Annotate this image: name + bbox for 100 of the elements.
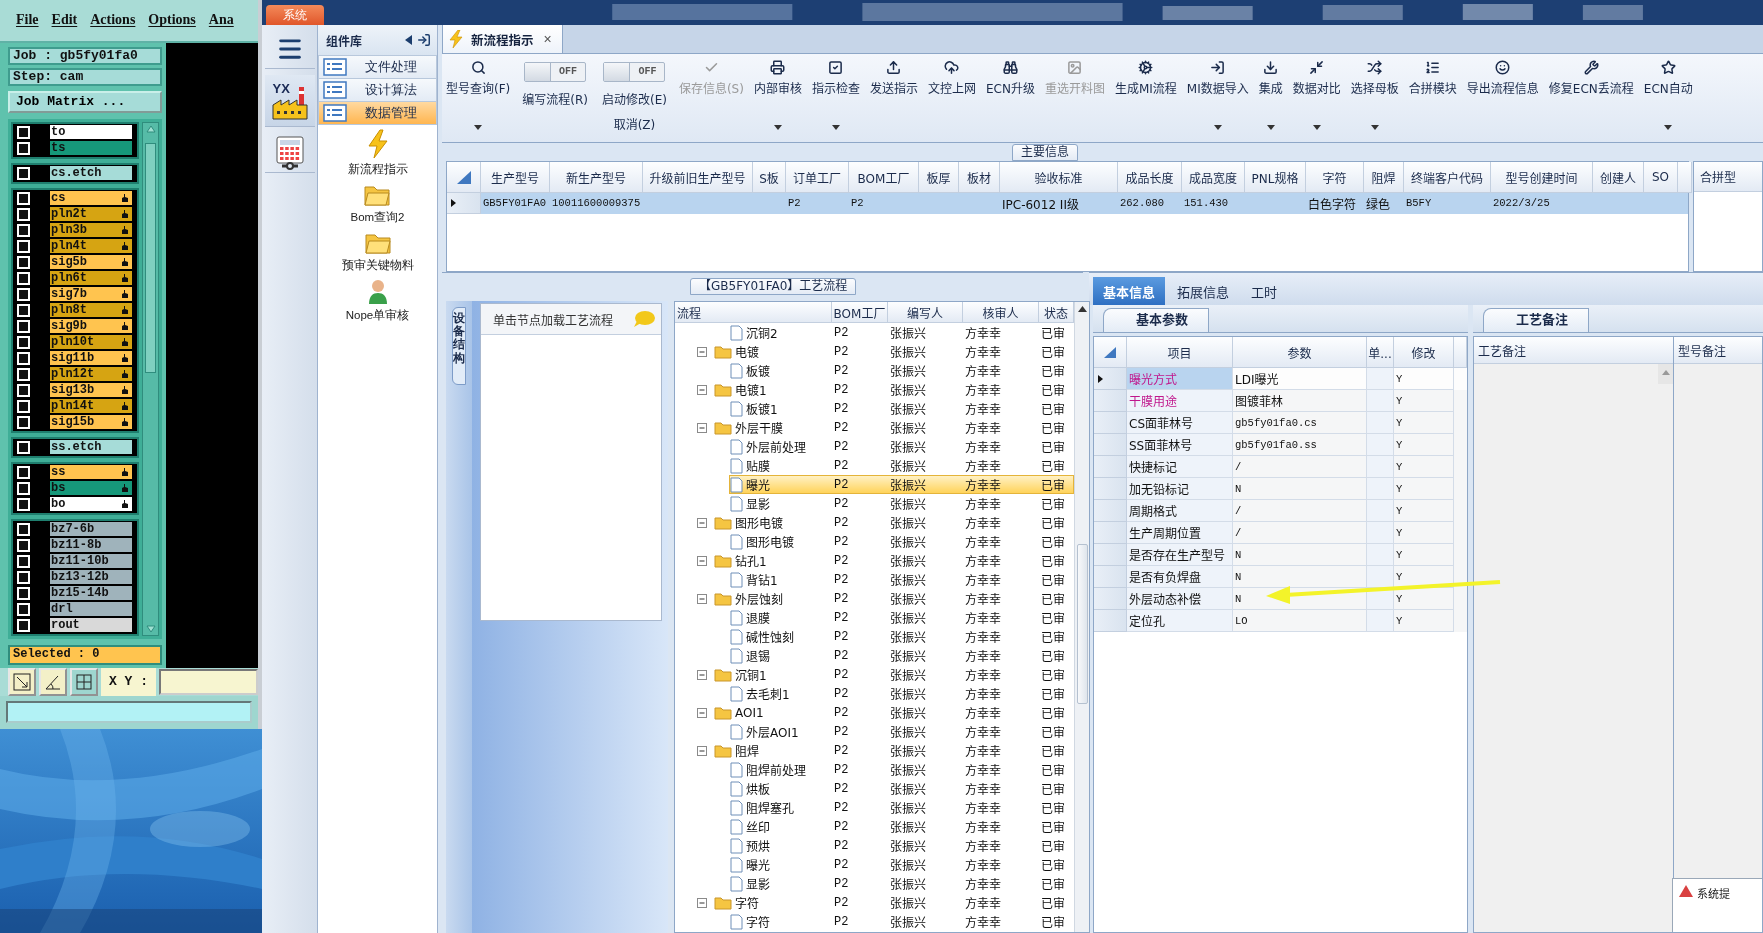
pin-button[interactable]	[417, 33, 431, 47]
column-header[interactable]: 板材	[959, 162, 1000, 193]
layer-chip[interactable]: bs	[50, 481, 132, 496]
close-button[interactable]: ×	[541, 31, 554, 47]
layer-checkbox[interactable]	[17, 538, 30, 552]
layer-checkbox[interactable]	[17, 570, 30, 584]
cancel-label[interactable]: 取消(Z)	[613, 115, 656, 132]
column-header[interactable]: 终端客户代码	[1404, 162, 1491, 193]
grid-tool-button[interactable]	[70, 667, 98, 696]
tree-row[interactable]: 阻焊塞孔 P2 张振兴 方幸幸 已审	[729, 798, 1074, 817]
layer-checkbox[interactable]	[17, 367, 30, 381]
tree-row[interactable]: 预烘 P2 张振兴 方幸幸 已审	[729, 836, 1074, 855]
layer-chip[interactable]: rout	[50, 618, 132, 633]
layer-chip[interactable]: pln6t	[50, 271, 132, 286]
column-header[interactable]: 编写人	[888, 302, 963, 323]
tree-row[interactable]: 退锡 P2 张振兴 方幸幸 已审	[729, 646, 1074, 665]
tree-row[interactable]: AOI1 P2 张振兴 方幸幸 已审	[713, 703, 1074, 722]
section-tab[interactable]: 基本参数	[1103, 308, 1209, 332]
parameter-row[interactable]: 加无铅标记 N Y	[1094, 478, 1467, 500]
toolbar-button[interactable]: 数据对比	[1288, 58, 1345, 138]
layer-chip[interactable]: pln10t	[50, 335, 132, 350]
column-header[interactable]: SO	[1644, 162, 1678, 193]
document-tab[interactable]: 新流程指示 ×	[442, 24, 563, 53]
column-header[interactable]: PNL规格	[1245, 162, 1306, 193]
tree-row[interactable]: 烘板 P2 张振兴 方幸幸 已审	[729, 779, 1074, 798]
angle-tool-button[interactable]	[39, 667, 67, 696]
calculator-button[interactable]	[264, 133, 315, 173]
layer-checkbox[interactable]	[17, 207, 30, 221]
column-header[interactable]: 字符	[1306, 162, 1364, 193]
tree-row[interactable]: 阻焊 P2 张振兴 方幸幸 已审	[713, 741, 1074, 760]
tree-row[interactable]: 沉铜1 P2 张振兴 方幸幸 已审	[713, 665, 1074, 684]
column-header[interactable]: 合拼型	[1694, 162, 1762, 192]
tree-row[interactable]: 字符 P2 张振兴 方幸幸 已审	[729, 912, 1074, 931]
parameter-row[interactable]: CS面菲林号 gb5fy01fa0.cs Y	[1094, 412, 1467, 434]
layer-chip[interactable]: sig11b	[50, 351, 132, 366]
toolbar-button[interactable]: 集成	[1254, 58, 1287, 138]
tree-row[interactable]: 电镀 P2 张振兴 方幸幸 已审	[713, 342, 1074, 361]
layer-chip[interactable]: cs	[50, 191, 132, 206]
collapse-icon[interactable]	[697, 897, 707, 908]
category-item[interactable]: 设计算法	[318, 78, 437, 102]
layer-chip[interactable]: pln2t	[50, 207, 132, 222]
toggle-switch[interactable]: OFF	[524, 62, 587, 82]
detail-tab[interactable]: 基本信息	[1093, 277, 1165, 305]
tree-row[interactable]: 电镀1 P2 张振兴 方幸幸 已审	[713, 380, 1074, 399]
column-header[interactable]: 板厚	[919, 162, 959, 193]
collapse-icon[interactable]	[697, 555, 707, 566]
parameter-row[interactable]: 周期格式 / Y	[1094, 500, 1467, 522]
layer-chip[interactable]: sig15b	[50, 415, 132, 430]
layer-chip[interactable]: drl	[50, 602, 132, 617]
layer-chip[interactable]: ss	[50, 465, 132, 480]
scroll-up-icon[interactable]	[1077, 306, 1087, 312]
category-item[interactable]: 数据管理	[318, 101, 437, 125]
layer-chip[interactable]: pln12t	[50, 367, 132, 382]
collapse-icon[interactable]	[697, 422, 707, 433]
column-header[interactable]: 参数	[1233, 337, 1367, 368]
scrollbar-thumb[interactable]	[1076, 544, 1088, 704]
tree-row[interactable]: 阻焊前处理 P2 张振兴 方幸幸 已审	[729, 760, 1074, 779]
collapse-icon[interactable]	[697, 384, 707, 395]
detail-tab[interactable]: 拓展信息	[1167, 277, 1240, 305]
layer-checkbox[interactable]	[17, 141, 30, 155]
tree-row[interactable]: 外层蚀刻 P2 张振兴 方幸幸 已审	[713, 589, 1074, 608]
tree-row[interactable]: 图形电镀 P2 张振兴 方幸幸 已审	[713, 513, 1074, 532]
tree-row[interactable]: 退膜 P2 张振兴 方幸幸 已审	[729, 608, 1074, 627]
layer-checkbox[interactable]	[17, 287, 30, 301]
layer-checkbox[interactable]	[17, 586, 30, 600]
layer-chip[interactable]: bz15-14b	[50, 586, 132, 601]
column-header[interactable]: 核审人	[963, 302, 1039, 323]
column-header[interactable]: 新生产型号	[550, 162, 643, 193]
zoom-tool-button[interactable]	[8, 667, 36, 696]
toolbar-button[interactable]: ECN自动	[1639, 58, 1697, 138]
column-header[interactable]: 升级前旧生产型号	[643, 162, 753, 193]
collapse-icon[interactable]	[697, 346, 707, 357]
column-header[interactable]: BOM工厂	[849, 162, 919, 193]
parameter-row[interactable]: 定位孔 LO Y	[1094, 610, 1467, 632]
layer-checkbox[interactable]	[17, 125, 30, 139]
detail-tab[interactable]: 工时	[1241, 277, 1288, 305]
layer-checkbox[interactable]	[17, 440, 30, 454]
column-header[interactable]: 阻焊	[1364, 162, 1404, 193]
layer-chip[interactable]: pln4t	[50, 239, 132, 254]
layer-chip[interactable]: sig5b	[50, 255, 132, 270]
job-matrix-button[interactable]: Job Matrix ...	[8, 90, 162, 113]
tree-row[interactable]: 字符 P2 张振兴 方幸幸 已审	[713, 893, 1074, 912]
layer-chip[interactable]: pln3b	[50, 223, 132, 238]
tree-row[interactable]: 丝印 P2 张振兴 方幸幸 已审	[729, 817, 1074, 836]
column-header[interactable]: S板	[753, 162, 786, 193]
tree-row[interactable]: 显影 P2 张振兴 方幸幸 已审	[729, 494, 1074, 513]
column-header[interactable]: 项目	[1127, 337, 1233, 368]
layer-checkbox[interactable]	[17, 303, 30, 317]
collapse-icon[interactable]	[697, 517, 707, 528]
tree-row[interactable]: 外层干膜 P2 张振兴 方幸幸 已审	[713, 418, 1074, 437]
tree-row[interactable]: 图形电镀 P2 张振兴 方幸幸 已审	[729, 532, 1074, 551]
tool-item[interactable]: Nope单审核	[345, 279, 410, 323]
app-logo-button[interactable]: YX	[264, 75, 315, 127]
layer-chip[interactable]: ss.etch	[50, 440, 132, 455]
layer-checkbox[interactable]	[17, 481, 30, 495]
column-header[interactable]: 订单工厂	[786, 162, 849, 193]
layer-checkbox[interactable]	[17, 239, 30, 253]
menu-item[interactable]: Actions	[90, 12, 136, 29]
tree-row[interactable]: 板镀 P2 张振兴 方幸幸 已审	[729, 361, 1074, 380]
layer-chip[interactable]: pln14t	[50, 399, 132, 414]
